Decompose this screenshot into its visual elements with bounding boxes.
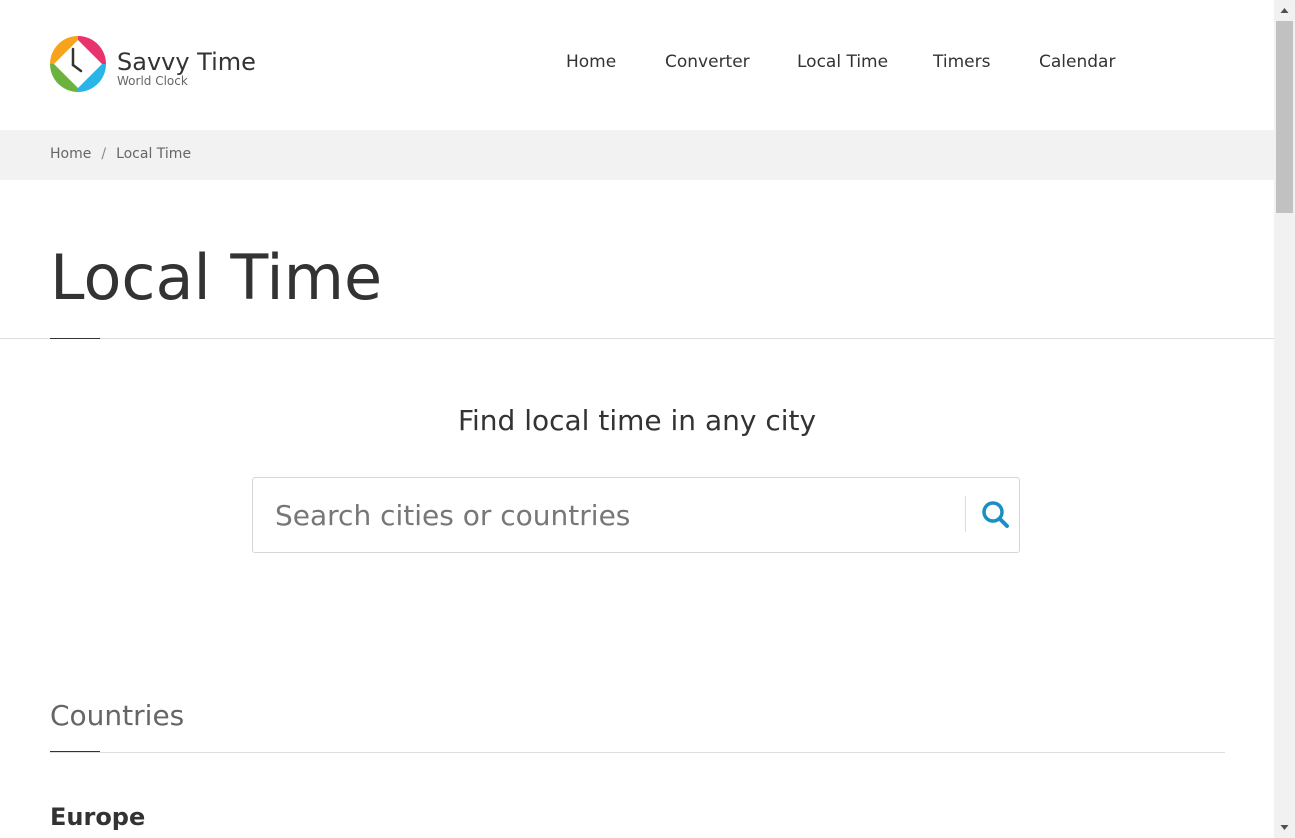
breadcrumb: Home / Local Time [0,130,1274,180]
search-heading: Find local time in any city [457,404,817,437]
page: Savvy Time World Clock Home Converter Lo… [0,0,1274,838]
brand-tagline: World Clock [117,74,188,88]
search-box [252,477,1020,553]
arrow-down-icon[interactable] [1274,818,1295,838]
main-nav: Home Converter Local Time Timers Calenda… [0,52,1274,76]
nav-converter[interactable]: Converter [665,52,750,72]
arrow-up-icon[interactable] [1274,0,1295,20]
search-icon[interactable] [975,496,1015,534]
scrollbar-thumb[interactable] [1276,21,1293,213]
countries-divider [50,752,1225,753]
page-title: Local Time [50,241,383,314]
vertical-scrollbar[interactable] [1274,0,1295,838]
nav-local-time[interactable]: Local Time [797,52,888,72]
breadcrumb-trail: Home / Local Time [50,146,191,162]
countries-heading: Countries [50,699,185,732]
site-header: Savvy Time World Clock Home Converter Lo… [0,0,1274,130]
title-accent-underline [50,338,100,339]
search-input[interactable] [275,492,955,538]
countries-accent-underline [50,751,100,752]
search-divider [965,496,966,532]
nav-timers[interactable]: Timers [933,52,990,72]
region-europe-heading: Europe [50,803,146,831]
nav-home[interactable]: Home [566,52,616,72]
title-divider [0,338,1274,339]
breadcrumb-home-link[interactable]: Home [50,146,91,162]
nav-calendar[interactable]: Calendar [1039,52,1115,72]
breadcrumb-current: Local Time [116,146,192,162]
breadcrumb-separator: / [101,146,107,162]
